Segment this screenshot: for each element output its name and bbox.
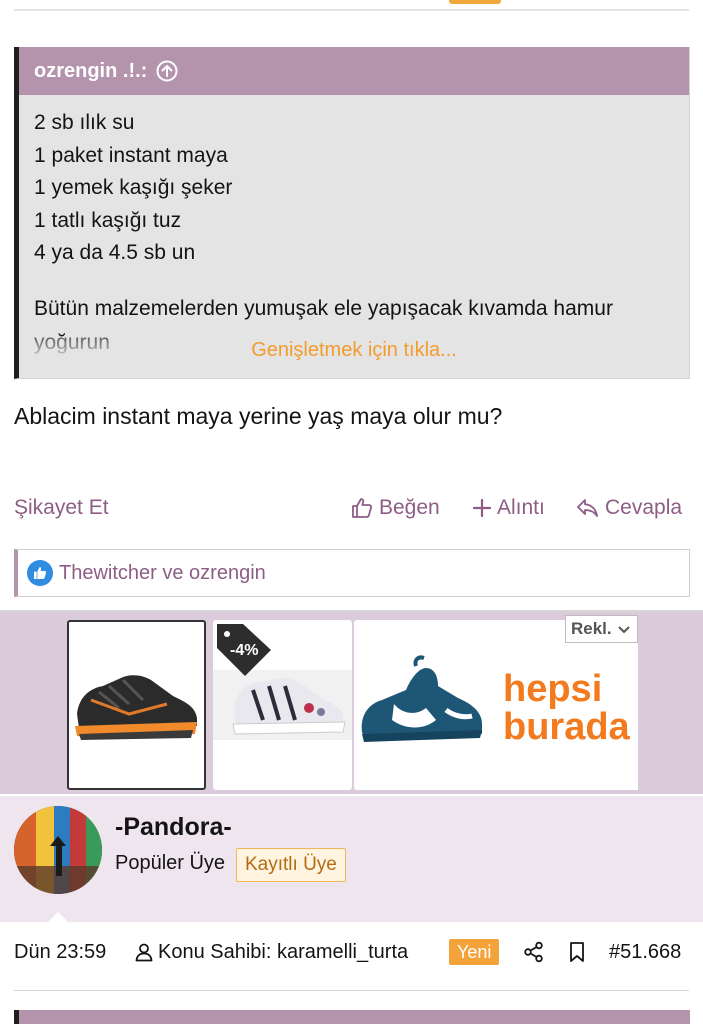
- ad-product-hiking-shoe[interactable]: [67, 620, 206, 790]
- previous-post-bottom: [0, 0, 703, 14]
- thread-starter-label: Konu Sahibi: karamelli_turta: [158, 940, 409, 963]
- report-link[interactable]: Şikayet Et: [14, 496, 109, 520]
- ad-brand-logo[interactable]: hepsi burada: [490, 620, 638, 790]
- bookmark-icon[interactable]: [567, 935, 587, 969]
- brand-line-1: hepsi: [503, 668, 603, 710]
- quote-button[interactable]: Alıntı: [472, 496, 545, 520]
- share-icon[interactable]: [523, 935, 545, 969]
- ad-product-kids-sneaker[interactable]: -4%: [213, 620, 352, 790]
- quote-label: Alıntı: [497, 496, 545, 519]
- chevron-down-icon: [617, 626, 630, 634]
- user-icon: [135, 943, 153, 962]
- quote-line: 4 ya da 4.5 sb un: [34, 241, 196, 264]
- ad-label: Rekl.: [571, 619, 612, 638]
- discount-text: -4%: [230, 642, 259, 659]
- discount-tag: -4%: [213, 620, 275, 676]
- arrow-up-circle-icon[interactable]: [156, 60, 178, 82]
- advertisement-banner[interactable]: -4% hepsi burada Rekl.: [0, 610, 703, 794]
- username[interactable]: -Pandora-: [115, 813, 232, 842]
- expand-quote-link[interactable]: Genişletmek için tıkla...: [19, 339, 689, 362]
- reply-button[interactable]: Cevapla: [576, 496, 682, 520]
- post-actions: Şikayet Et Beğen Alıntı Cevapla: [14, 496, 689, 528]
- post-divider: [14, 990, 689, 991]
- reply-icon: [577, 499, 598, 517]
- quote-content: 2 sb ılık su 1 paket instant maya 1 yeme…: [19, 95, 689, 270]
- thumbs-up-icon: [352, 498, 372, 518]
- quote-line: 1 yemek kaşığı şeker: [34, 176, 233, 199]
- quote-line: 1 tatlı kaşığı tuz: [34, 208, 182, 232]
- next-quote-header: [14, 1010, 690, 1024]
- ad-product-sandal[interactable]: [354, 620, 493, 790]
- post-message: Ablacim instant maya yerine yaş maya olu…: [14, 403, 503, 429]
- brand-text: hepsi burada: [503, 670, 630, 746]
- sandal-image: [361, 655, 482, 742]
- quote-line: 2 sb ılık su: [34, 111, 135, 134]
- post-number[interactable]: #51.668: [609, 935, 681, 969]
- brand-line-2: burada: [503, 706, 630, 748]
- quote-line: 1 paket instant maya: [34, 143, 228, 167]
- likes-bar[interactable]: Thewitcher ve ozrengin: [14, 549, 690, 597]
- ad-choices-button[interactable]: Rekl.: [565, 615, 638, 643]
- reply-label: Cevapla: [605, 496, 683, 519]
- previous-new-badge-edge: [449, 0, 501, 4]
- post-time[interactable]: Dün 23:59: [14, 935, 106, 969]
- avatar[interactable]: [14, 806, 102, 894]
- like-button[interactable]: Beğen: [350, 496, 440, 520]
- new-badge: Yeni: [449, 939, 500, 965]
- thread-starter: Konu Sahibi: karamelli_turta: [134, 935, 408, 969]
- user-info-card: -Pandora- Popüler Üye Kayıtlı Üye: [0, 796, 703, 922]
- user-card-pointer: [44, 912, 72, 926]
- quote-author[interactable]: ozrengin .!.:: [34, 60, 147, 83]
- like-reaction-icon: [27, 560, 53, 586]
- post-meta: Dün 23:59 Konu Sahibi: karamelli_turta Y…: [14, 935, 689, 969]
- hiking-shoe-image: [75, 675, 197, 740]
- quote-paragraph: Bütün malzemelerden yumuşak ele yapışaca…: [34, 297, 613, 320]
- previous-divider: [14, 9, 689, 11]
- user-badge: Kayıtlı Üye: [236, 848, 346, 882]
- likes-text[interactable]: Thewitcher ve ozrengin: [59, 562, 266, 585]
- quote-header[interactable]: ozrengin .!.:: [19, 47, 689, 95]
- plus-icon: [472, 498, 492, 518]
- like-label: Beğen: [379, 496, 440, 519]
- quote-block: ozrengin .!.: 2 sb ılık su 1 paket insta…: [14, 47, 690, 379]
- user-rank: Popüler Üye: [115, 852, 226, 874]
